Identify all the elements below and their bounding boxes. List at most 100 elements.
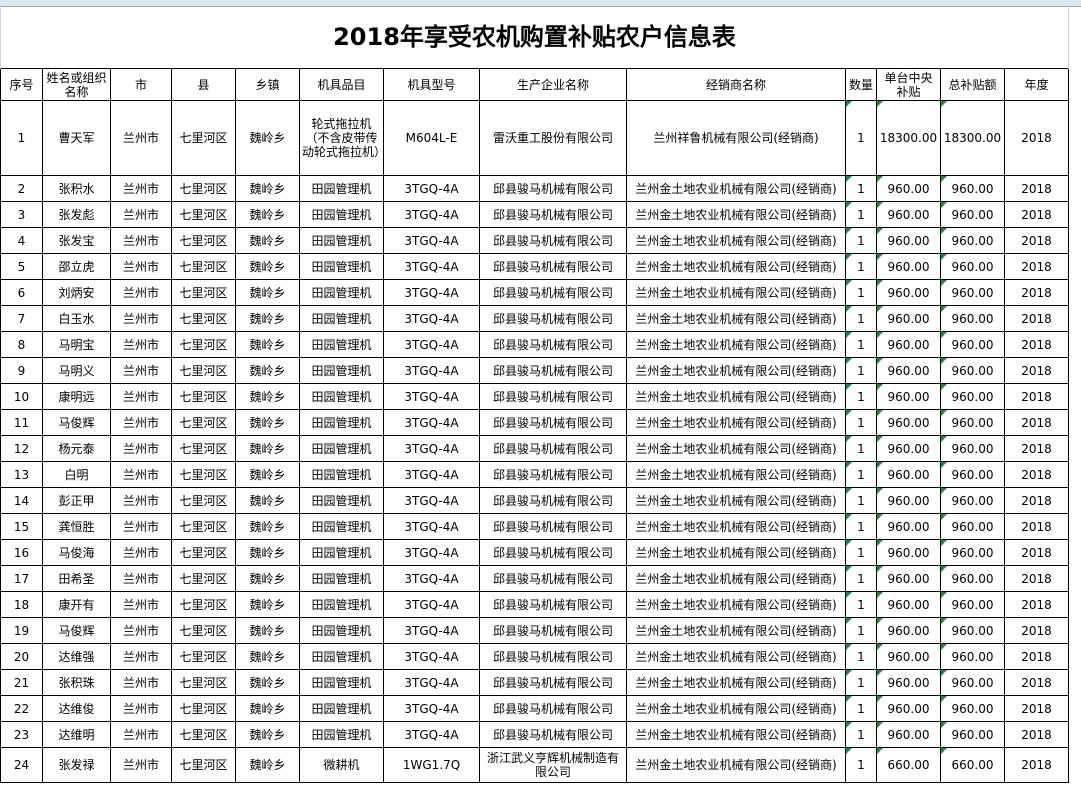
- cell-manufacturer[interactable]: 邱县骏马机械有限公司: [479, 383, 627, 410]
- cell-unit-subsidy[interactable]: 960.00: [876, 175, 941, 202]
- cell-city[interactable]: 兰州市: [110, 253, 172, 280]
- cell-town[interactable]: 魏岭乡: [235, 357, 300, 384]
- cell-dealer[interactable]: 兰州金土地农业机械有限公司(经销商): [626, 201, 846, 228]
- cell-manufacturer[interactable]: 邱县骏马机械有限公司: [479, 591, 627, 618]
- cell-town[interactable]: 魏岭乡: [235, 487, 300, 514]
- cell-year[interactable]: 2018: [1004, 357, 1069, 384]
- cell-county[interactable]: 七里河区: [171, 253, 236, 280]
- cell-city[interactable]: 兰州市: [110, 591, 172, 618]
- cell-name[interactable]: 达维明: [42, 721, 111, 748]
- cell-model[interactable]: 3TGQ-4A: [383, 331, 480, 358]
- cell-manufacturer[interactable]: 邱县骏马机械有限公司: [479, 643, 627, 670]
- cell-dealer[interactable]: 兰州金土地农业机械有限公司(经销商): [626, 617, 846, 644]
- header-col-manufacturer[interactable]: 生产企业名称: [479, 68, 627, 101]
- cell-total-subsidy[interactable]: 960.00: [940, 201, 1005, 228]
- cell-model[interactable]: 3TGQ-4A: [383, 591, 480, 618]
- cell-county[interactable]: 七里河区: [171, 487, 236, 514]
- cell-town[interactable]: 魏岭乡: [235, 175, 300, 202]
- cell-qty[interactable]: 1: [845, 539, 877, 566]
- cell-county[interactable]: 七里河区: [171, 305, 236, 332]
- cell-unit-subsidy[interactable]: 960.00: [876, 461, 941, 488]
- cell-manufacturer[interactable]: 邱县骏马机械有限公司: [479, 721, 627, 748]
- cell-unit-subsidy[interactable]: 960.00: [876, 695, 941, 722]
- cell-town[interactable]: 魏岭乡: [235, 305, 300, 332]
- cell-total-subsidy[interactable]: 18300.00: [940, 100, 1005, 176]
- cell-unit-subsidy[interactable]: 960.00: [876, 539, 941, 566]
- cell-qty[interactable]: 1: [845, 591, 877, 618]
- cell-county[interactable]: 七里河区: [171, 565, 236, 592]
- cell-total-subsidy[interactable]: 960.00: [940, 331, 1005, 358]
- cell-town[interactable]: 魏岭乡: [235, 383, 300, 410]
- cell-seq[interactable]: 24: [0, 747, 43, 783]
- cell-year[interactable]: 2018: [1004, 565, 1069, 592]
- cell-model[interactable]: 3TGQ-4A: [383, 409, 480, 436]
- cell-town[interactable]: 魏岭乡: [235, 201, 300, 228]
- cell-manufacturer[interactable]: 邱县骏马机械有限公司: [479, 253, 627, 280]
- cell-qty[interactable]: 1: [845, 305, 877, 332]
- cell-qty[interactable]: 1: [845, 617, 877, 644]
- cell-dealer[interactable]: 兰州金土地农业机械有限公司(经销商): [626, 331, 846, 358]
- cell-category[interactable]: 田园管理机: [299, 305, 384, 332]
- cell-name[interactable]: 达维俊: [42, 695, 111, 722]
- cell-city[interactable]: 兰州市: [110, 487, 172, 514]
- cell-seq[interactable]: 3: [0, 201, 43, 228]
- cell-model[interactable]: 3TGQ-4A: [383, 253, 480, 280]
- cell-category[interactable]: 田园管理机: [299, 175, 384, 202]
- cell-qty[interactable]: 1: [845, 100, 877, 176]
- cell-name[interactable]: 马俊海: [42, 539, 111, 566]
- cell-manufacturer[interactable]: 邱县骏马机械有限公司: [479, 175, 627, 202]
- cell-city[interactable]: 兰州市: [110, 409, 172, 436]
- cell-year[interactable]: 2018: [1004, 721, 1069, 748]
- cell-seq[interactable]: 11: [0, 409, 43, 436]
- cell-total-subsidy[interactable]: 960.00: [940, 591, 1005, 618]
- cell-model[interactable]: M604L-E: [383, 100, 480, 176]
- cell-unit-subsidy[interactable]: 960.00: [876, 227, 941, 254]
- cell-dealer[interactable]: 兰州金土地农业机械有限公司(经销商): [626, 643, 846, 670]
- cell-name[interactable]: 白明: [42, 461, 111, 488]
- cell-unit-subsidy[interactable]: 960.00: [876, 253, 941, 280]
- cell-manufacturer[interactable]: 邱县骏马机械有限公司: [479, 357, 627, 384]
- cell-qty[interactable]: 1: [845, 669, 877, 696]
- cell-total-subsidy[interactable]: 960.00: [940, 435, 1005, 462]
- cell-name[interactable]: 康开有: [42, 591, 111, 618]
- cell-dealer[interactable]: 兰州金土地农业机械有限公司(经销商): [626, 305, 846, 332]
- cell-qty[interactable]: 1: [845, 643, 877, 670]
- cell-dealer[interactable]: 兰州金土地农业机械有限公司(经销商): [626, 227, 846, 254]
- cell-dealer[interactable]: 兰州金土地农业机械有限公司(经销商): [626, 357, 846, 384]
- cell-county[interactable]: 七里河区: [171, 461, 236, 488]
- cell-category[interactable]: 田园管理机: [299, 227, 384, 254]
- cell-seq[interactable]: 6: [0, 279, 43, 306]
- cell-total-subsidy[interactable]: 960.00: [940, 565, 1005, 592]
- cell-total-subsidy[interactable]: 960.00: [940, 409, 1005, 436]
- cell-category[interactable]: 田园管理机: [299, 565, 384, 592]
- cell-name[interactable]: 达维强: [42, 643, 111, 670]
- cell-total-subsidy[interactable]: 960.00: [940, 695, 1005, 722]
- cell-city[interactable]: 兰州市: [110, 100, 172, 176]
- cell-dealer[interactable]: 兰州金土地农业机械有限公司(经销商): [626, 461, 846, 488]
- cell-unit-subsidy[interactable]: 960.00: [876, 435, 941, 462]
- cell-name[interactable]: 张发宝: [42, 227, 111, 254]
- cell-county[interactable]: 七里河区: [171, 435, 236, 462]
- cell-dealer[interactable]: 兰州金土地农业机械有限公司(经销商): [626, 175, 846, 202]
- cell-total-subsidy[interactable]: 960.00: [940, 487, 1005, 514]
- cell-name[interactable]: 康明远: [42, 383, 111, 410]
- cell-name[interactable]: 张积珠: [42, 669, 111, 696]
- header-col-city[interactable]: 市: [110, 68, 172, 101]
- cell-town[interactable]: 魏岭乡: [235, 331, 300, 358]
- cell-manufacturer[interactable]: 邱县骏马机械有限公司: [479, 305, 627, 332]
- cell-city[interactable]: 兰州市: [110, 227, 172, 254]
- cell-total-subsidy[interactable]: 960.00: [940, 175, 1005, 202]
- cell-seq[interactable]: 14: [0, 487, 43, 514]
- cell-total-subsidy[interactable]: 960.00: [940, 643, 1005, 670]
- cell-city[interactable]: 兰州市: [110, 175, 172, 202]
- cell-year[interactable]: 2018: [1004, 305, 1069, 332]
- cell-unit-subsidy[interactable]: 960.00: [876, 591, 941, 618]
- cell-manufacturer[interactable]: 邱县骏马机械有限公司: [479, 513, 627, 540]
- cell-city[interactable]: 兰州市: [110, 331, 172, 358]
- cell-unit-subsidy[interactable]: 960.00: [876, 305, 941, 332]
- cell-seq[interactable]: 8: [0, 331, 43, 358]
- cell-town[interactable]: 魏岭乡: [235, 539, 300, 566]
- cell-category[interactable]: 田园管理机: [299, 539, 384, 566]
- cell-seq[interactable]: 18: [0, 591, 43, 618]
- cell-city[interactable]: 兰州市: [110, 747, 172, 783]
